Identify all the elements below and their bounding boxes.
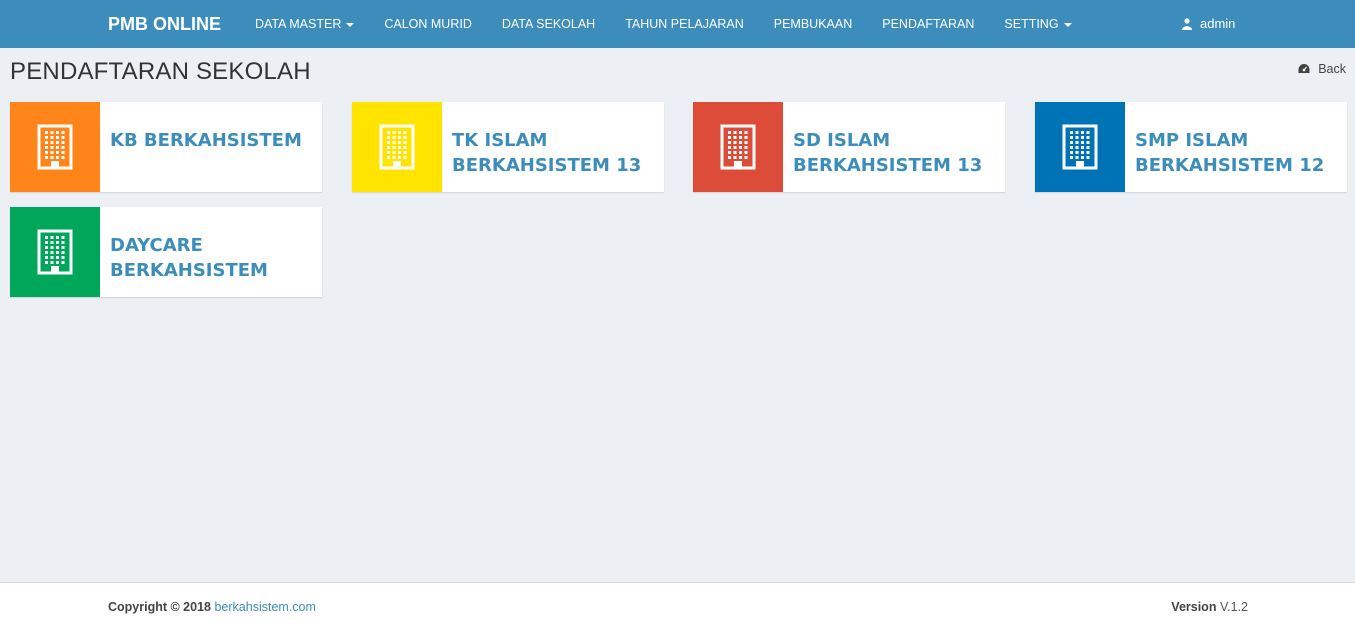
school-icon-box [10,207,100,297]
nav-item-label: DATA SEKOLAH [501,17,596,31]
nav-item-setting[interactable]: SETTING [989,0,1086,48]
building-icon [720,124,756,170]
school-icon-box [352,102,442,192]
school-card-smp[interactable]: SMP ISLAM BERKAHSISTEM 12 [1035,102,1347,192]
nav-item-label: PEMBUKAAN [773,17,853,31]
school-name: SD ISLAM BERKAHSISTEM 13 [793,130,983,176]
building-icon [37,229,73,275]
dashboard-icon [1298,64,1310,73]
school-card-tk[interactable]: TK ISLAM BERKAHSISTEM 13 [352,102,664,192]
school-name: KB BERKAHSISTEM [110,130,302,151]
top-navbar: PMB ONLINE DATA MASTER CALON MURID DATA … [0,0,1355,48]
main-nav: DATA MASTER CALON MURID DATA SEKOLAH TAH… [240,0,1087,48]
footer: Copyright © 2018 berkahsistem.com Versio… [0,582,1355,624]
school-icon-box [1035,102,1125,192]
nav-item-label: PENDAFTARAN [882,17,975,31]
nav-item-label: CALON MURID [384,17,472,31]
school-card-sd[interactable]: SD ISLAM BERKAHSISTEM 13 [693,102,1005,192]
user-name: admin [1200,16,1236,31]
nav-item-pembukaan[interactable]: PEMBUKAAN [759,0,868,48]
nav-item-label: SETTING [1004,17,1059,31]
copyright: Copyright © 2018 berkahsistem.com [108,600,316,614]
nav-item-label: DATA MASTER [255,17,342,31]
brand-logo[interactable]: PMB ONLINE [108,0,221,48]
page-title: PENDAFTARAN SEKOLAH [10,58,311,85]
nav-item-data-sekolah[interactable]: DATA SEKOLAH [487,0,610,48]
school-name: TK ISLAM BERKAHSISTEM 13 [452,130,642,176]
user-menu[interactable]: admin [1182,0,1235,48]
school-icon-box [693,102,783,192]
caret-down-icon [346,22,355,27]
building-icon [379,124,415,170]
back-label: Back [1318,62,1346,76]
nav-item-tahun-pelajaran[interactable]: TAHUN PELAJARAN [610,0,759,48]
school-name: SMP ISLAM BERKAHSISTEM 12 [1135,130,1325,176]
version-label: Version [1171,600,1217,614]
nav-item-data-master[interactable]: DATA MASTER [240,0,369,48]
school-icon-box [10,102,100,192]
building-icon [1062,124,1098,170]
school-name: DAYCARE BERKAHSISTEM [110,235,268,281]
back-link[interactable]: Back [1298,62,1346,76]
user-icon [1182,18,1192,30]
school-card-kb[interactable]: KB BERKAHSISTEM [10,102,322,192]
nav-item-label: TAHUN PELAJARAN [625,17,744,31]
school-card-daycare[interactable]: DAYCARE BERKAHSISTEM [10,207,322,297]
building-icon [37,124,73,170]
copyright-text: Copyright © 2018 [108,600,211,614]
nav-item-calon-murid[interactable]: CALON MURID [369,0,487,48]
version-info: Version V.1.2 [1171,600,1248,614]
footer-link[interactable]: berkahsistem.com [214,600,315,614]
caret-down-icon [1063,22,1072,27]
version-number: V.1.2 [1219,600,1248,614]
nav-item-pendaftaran[interactable]: PENDAFTARAN [867,0,989,48]
